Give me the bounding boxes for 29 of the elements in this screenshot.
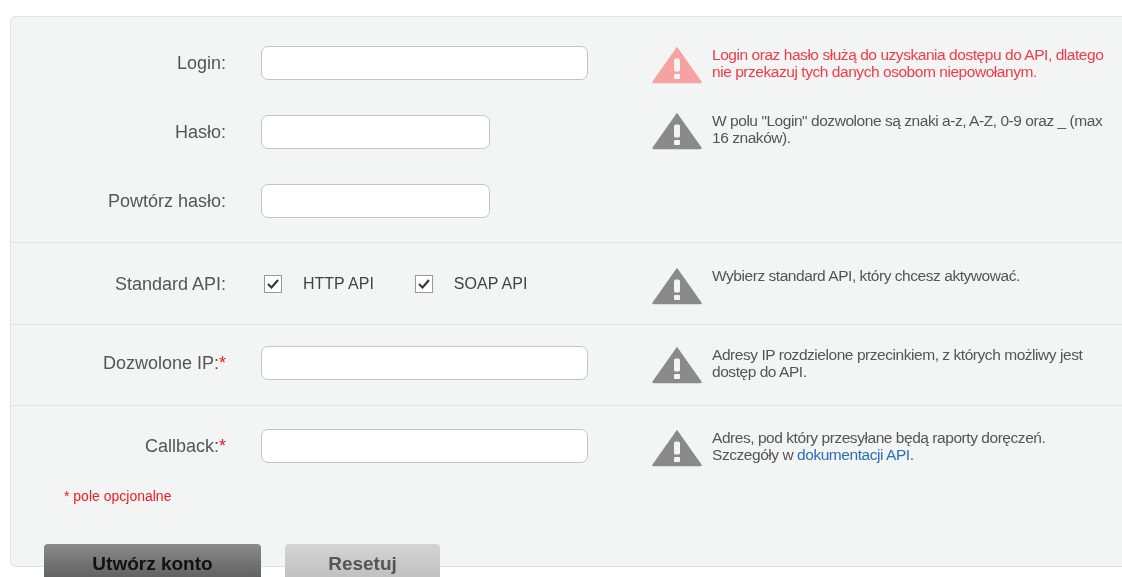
field-label: Standard API: [113,273,226,295]
input-field[interactable] [261,429,588,463]
checkbox[interactable] [414,275,433,293]
warning-icon [651,267,703,305]
warning-icon [651,46,703,84]
hint-text: Wybierz standard API, który chcesz aktywować. [712,267,1021,284]
checkbox-label: SOAP API [453,275,528,293]
documentation-link[interactable]: dokumentacji API [797,446,910,463]
field-label: Dozwolone IP:* [101,352,226,374]
checkbox[interactable] [264,275,282,293]
warning-icon [651,346,703,384]
input-field[interactable] [261,184,490,218]
warning-icon [651,112,703,150]
field-label: Hasło: [173,121,226,143]
hint-text: Adres, pod który przesyłane będą raporty doręczeń. Szczegóły w dokumentacji API. [712,429,1047,463]
hint-text: W polu "Login" dozwolone są znaki a-z, A-Z, 0-9 oraz _ (max 16 znaków). [712,112,1104,146]
field-label: Powtórz hasło: [106,190,226,212]
reset-button[interactable]: Resetuj [285,544,440,577]
optional-note: * pole opcjonalne [64,488,173,504]
input-field[interactable] [261,46,588,80]
hint-text: Adresy IP rozdzielone przecinkiem, z których możliwy jest dostęp do API. [712,346,1084,380]
create-account-button[interactable]: Utwórz konto [44,544,261,577]
field-label: Login: [175,52,226,74]
input-field[interactable] [261,115,490,149]
checkbox-label: HTTP API [303,275,374,293]
field-label: Callback:* [143,435,226,457]
hint-text: Login oraz hasło służą do uzyskania dostępu do API, dlatego nie przekazuj tych danych osobom niepowołanym. [712,46,1105,80]
warning-icon [651,429,703,467]
input-field[interactable] [261,346,588,380]
